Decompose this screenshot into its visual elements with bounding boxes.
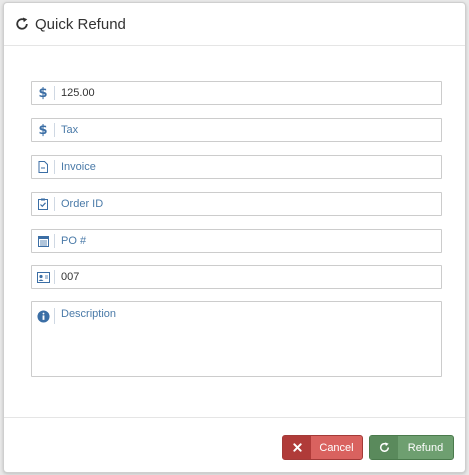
- dollar-icon: $: [32, 86, 55, 101]
- amount-value: 125.00: [61, 87, 95, 99]
- refund-label: Refund: [398, 436, 453, 459]
- clipboard-check-icon: [32, 197, 55, 211]
- calendar-icon: [32, 234, 55, 248]
- tax-placeholder: Tax: [61, 124, 79, 136]
- invoice-field[interactable]: Invoice: [31, 155, 442, 179]
- id-value: 007: [61, 271, 80, 283]
- refresh-icon: [370, 436, 398, 459]
- footer-divider: [4, 417, 465, 418]
- cancel-label: Cancel: [311, 436, 362, 459]
- id-field[interactable]: 007: [31, 265, 442, 289]
- dialog-title: Quick Refund: [35, 15, 126, 33]
- order-id-field[interactable]: Order ID: [31, 192, 442, 216]
- quick-refund-dialog: Quick Refund $ 125.00 $ Tax Invoice Orde…: [3, 2, 466, 473]
- invoice-placeholder: Invoice: [61, 161, 96, 173]
- dollar-icon: $: [32, 123, 55, 138]
- order-id-placeholder: Order ID: [61, 198, 104, 210]
- amount-field[interactable]: $ 125.00: [31, 81, 442, 105]
- po-placeholder: PO #: [61, 235, 87, 247]
- description-textarea[interactable]: Description: [31, 301, 442, 377]
- id-card-icon: [32, 270, 55, 284]
- close-icon: [283, 436, 311, 459]
- cancel-button[interactable]: Cancel: [282, 435, 363, 460]
- refresh-icon: [15, 16, 31, 32]
- dialog-header: Quick Refund: [4, 3, 465, 46]
- po-field[interactable]: PO #: [31, 229, 442, 253]
- description-placeholder: Description: [61, 308, 117, 320]
- refund-button[interactable]: Refund: [369, 435, 454, 460]
- tax-field[interactable]: $ Tax: [31, 118, 442, 142]
- info-circle-icon: [32, 308, 55, 324]
- document-icon: [32, 160, 55, 174]
